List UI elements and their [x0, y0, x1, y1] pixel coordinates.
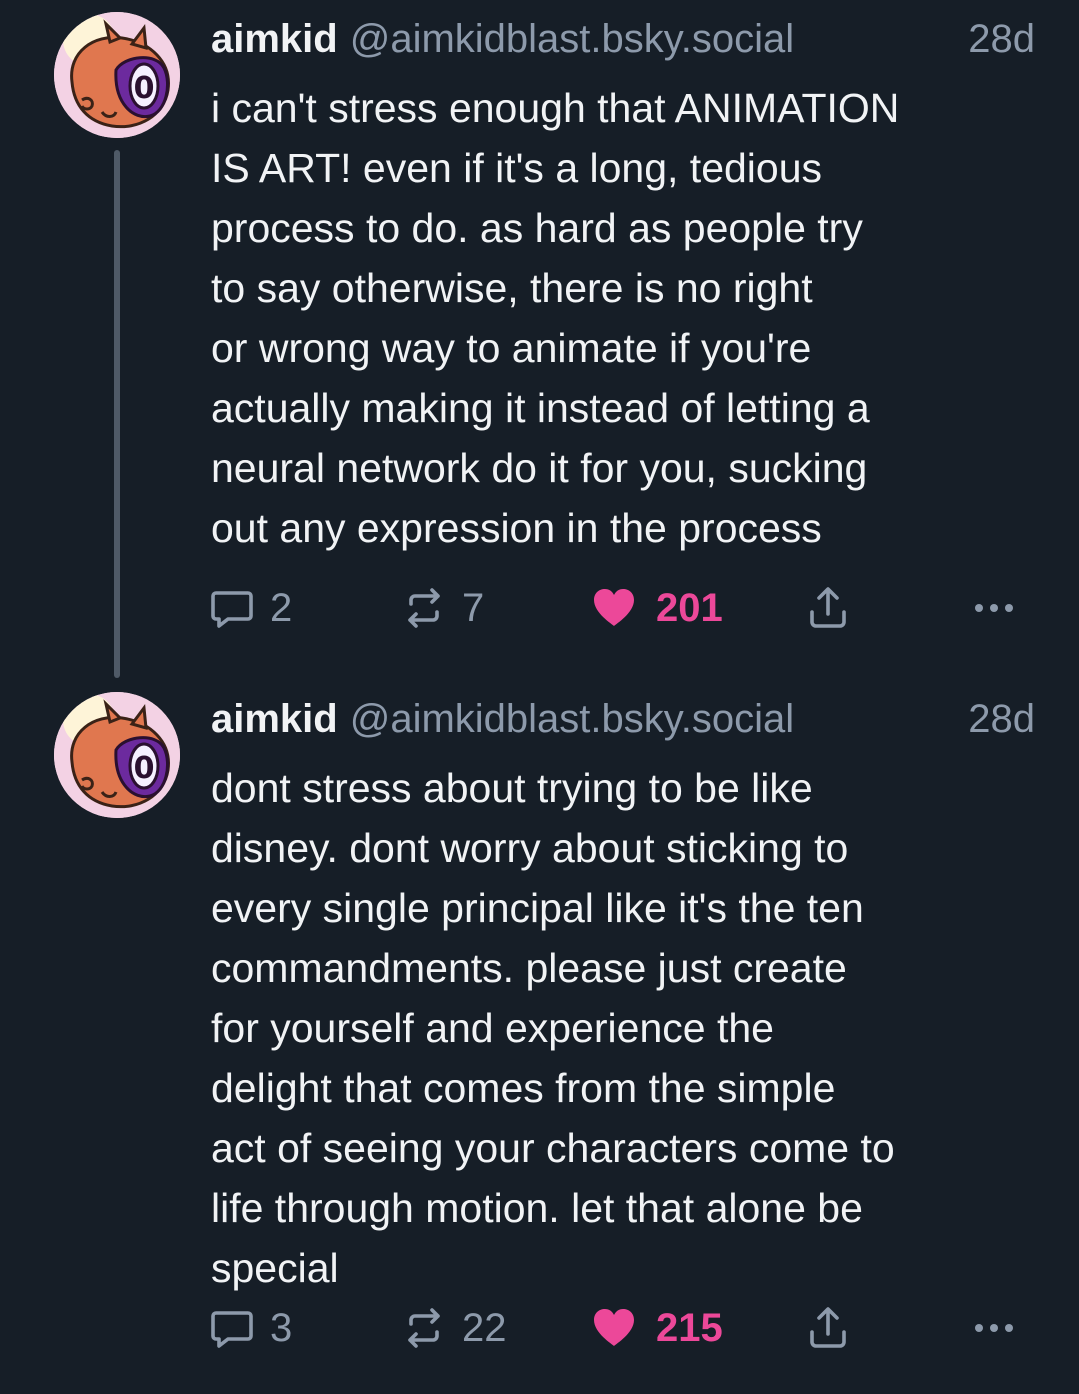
- more-options-button[interactable]: [970, 1300, 1018, 1356]
- reply-bubble-icon: [211, 1311, 253, 1348]
- more-dots-icon: [975, 1324, 1013, 1332]
- author-handle[interactable]: @aimkidblast.bsky.social: [350, 697, 794, 741]
- share-upload-icon: [810, 1307, 846, 1348]
- share-button[interactable]: [804, 580, 852, 636]
- svg-text:0: 0: [134, 751, 155, 786]
- author-handle[interactable]: @aimkidblast.bsky.social: [350, 17, 794, 61]
- post-header: aimkid @aimkidblast.bsky.social 28d: [211, 14, 1041, 64]
- post-actions: 2 7 201: [208, 580, 1038, 636]
- thread-line: [114, 150, 120, 678]
- author-display-name[interactable]: aimkid: [211, 697, 338, 741]
- reply-count: 2: [270, 585, 293, 630]
- like-button[interactable]: 215: [590, 1300, 723, 1356]
- reply-count: 3: [270, 1305, 293, 1350]
- repost-count: 22: [462, 1305, 507, 1350]
- post-timestamp[interactable]: 28d: [968, 694, 1035, 744]
- post-actions: 3 22 215: [208, 1300, 1038, 1356]
- like-count: 215: [656, 1305, 723, 1350]
- post-text: i can't stress enough that ANIMATION IS …: [211, 85, 900, 551]
- reply-button[interactable]: 2: [208, 580, 292, 636]
- repost-arrows-icon: [408, 1308, 440, 1348]
- more-options-button[interactable]: [970, 580, 1018, 636]
- avatar-character-icon: 0: [54, 12, 180, 138]
- post-timestamp[interactable]: 28d: [968, 14, 1035, 64]
- avatar[interactable]: 0: [54, 12, 180, 138]
- post[interactable]: 0 aimkid @aimkidblast.bsky.social 28d don…: [0, 680, 1079, 1394]
- like-button[interactable]: 201: [590, 580, 723, 636]
- reply-button[interactable]: 3: [208, 1300, 292, 1356]
- repost-arrows-icon: [408, 588, 440, 628]
- avatar-character-icon: 0: [54, 692, 180, 818]
- reply-bubble-icon: [211, 591, 253, 628]
- more-dots-icon: [975, 604, 1013, 612]
- author-display-name[interactable]: aimkid: [211, 17, 338, 61]
- share-upload-icon: [810, 587, 846, 628]
- heart-icon: [594, 589, 634, 626]
- repost-button[interactable]: 7: [400, 580, 484, 636]
- repost-count: 7: [462, 585, 485, 630]
- svg-text:0: 0: [134, 71, 155, 106]
- repost-button[interactable]: 22: [400, 1300, 507, 1356]
- share-button[interactable]: [804, 1300, 852, 1356]
- post-header: aimkid @aimkidblast.bsky.social 28d: [211, 694, 1041, 744]
- avatar[interactable]: 0: [54, 692, 180, 818]
- heart-icon: [594, 1309, 634, 1346]
- post-text: dont stress about trying to be like disn…: [211, 765, 895, 1291]
- like-count: 201: [656, 585, 723, 630]
- post[interactable]: 0 aimkid @aimkidblast.bsky.social 28d i c…: [0, 0, 1079, 680]
